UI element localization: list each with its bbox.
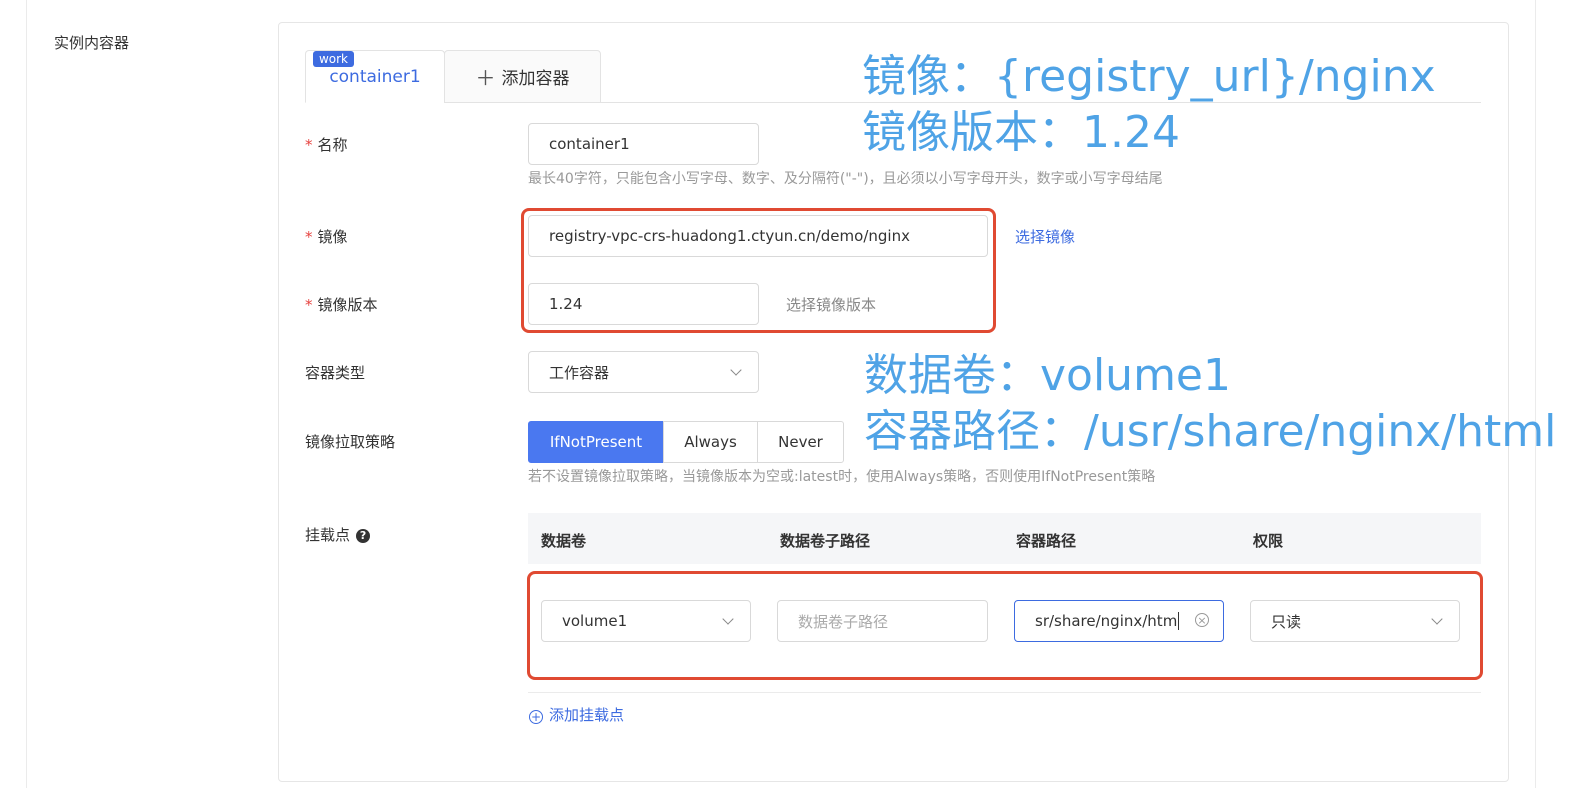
- name-input[interactable]: container1: [528, 123, 759, 165]
- add-container-tab[interactable]: ＋ 添加容器: [444, 50, 601, 103]
- add-container-label: 添加容器: [501, 69, 570, 89]
- required-marker: *: [305, 296, 313, 314]
- select-image-link[interactable]: 选择镜像: [1015, 226, 1075, 247]
- pull-policy-hint: 若不设置镜像拉取策略，当镜像版本为空或:latest时，使用Always策略，否…: [528, 469, 1156, 485]
- col-subpath: 数据卷子路径: [780, 532, 871, 550]
- add-mount-label: 添加挂载点: [549, 706, 625, 724]
- annotation-version: 镜像版本：1.24: [862, 107, 1180, 158]
- add-circle-icon: +: [529, 710, 543, 724]
- col-container-path: 容器路径: [1016, 532, 1077, 550]
- pull-policy-always[interactable]: Always: [663, 421, 758, 463]
- container-type-label: 容器类型: [305, 364, 366, 382]
- tab-container1-label: container1: [329, 66, 421, 87]
- plus-icon: ＋: [475, 66, 496, 90]
- mount-row-divider: [528, 692, 1481, 693]
- required-marker: *: [305, 136, 313, 154]
- required-marker: *: [305, 228, 313, 246]
- name-label: * 名称: [305, 136, 348, 154]
- highlight-box-mount: [527, 571, 1483, 680]
- name-hint: 最长40字符，只能包含小写字母、数字、及分隔符("-")，且必须以小写字母开头，…: [528, 171, 1163, 187]
- mount-label: 挂载点?: [305, 524, 371, 545]
- image-version-label: * 镜像版本: [305, 296, 378, 314]
- help-icon[interactable]: ?: [356, 528, 371, 543]
- pull-policy-ifnotpresent[interactable]: IfNotPresent: [528, 421, 664, 463]
- add-mount-button[interactable]: + 添加挂载点: [529, 704, 624, 725]
- annotation-path: 容器路径：/usr/share/nginx/html: [864, 406, 1557, 457]
- container-type-value: 工作容器: [549, 363, 610, 382]
- pull-policy-segment: IfNotPresent Always Never: [528, 421, 844, 463]
- annotation-volume: 数据卷：volume1: [864, 350, 1231, 401]
- chevron-down-icon: [730, 364, 742, 376]
- col-volume: 数据卷: [541, 532, 587, 550]
- pull-policy-label: 镜像拉取策略: [305, 433, 396, 451]
- work-badge: work: [313, 51, 354, 67]
- highlight-box-image: [521, 208, 996, 333]
- annotation-image: 镜像：{registry_url}/nginx: [862, 51, 1436, 102]
- name-input-value: container1: [549, 135, 630, 153]
- mount-table-header: [528, 513, 1481, 564]
- pull-policy-never[interactable]: Never: [757, 421, 844, 463]
- image-label: * 镜像: [305, 228, 348, 246]
- col-permission: 权限: [1253, 532, 1284, 550]
- container-type-select[interactable]: 工作容器: [528, 351, 759, 393]
- section-label: 实例内容器: [54, 34, 130, 52]
